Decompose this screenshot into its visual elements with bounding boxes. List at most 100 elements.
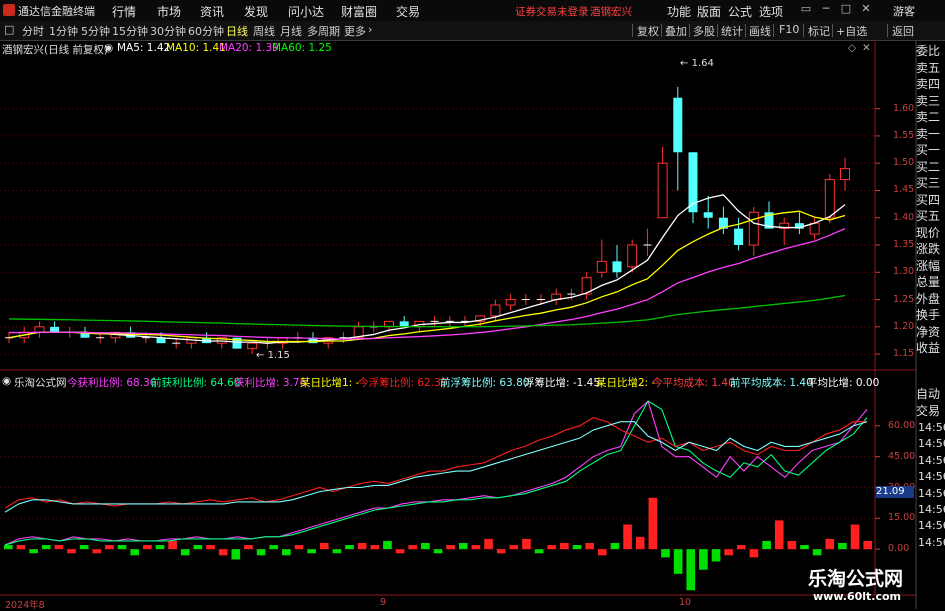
sub-bar — [256, 549, 266, 556]
toolbar-divider — [887, 24, 888, 37]
btn-huaxian[interactable]: 画线 — [749, 23, 771, 39]
btn-f10[interactable]: F10 — [779, 23, 799, 36]
tab-60min[interactable]: 60分钟 — [188, 23, 224, 39]
sub-bar — [155, 545, 165, 550]
toolbar-divider — [745, 24, 746, 37]
sub-bar — [193, 545, 203, 550]
sub-bar — [686, 549, 696, 591]
close-icon[interactable]: ✕ — [860, 3, 872, 15]
sub-item-5: 前浮筹比例: 63.80 — [440, 377, 530, 389]
candle-up — [824, 179, 835, 219]
btn-biaoji[interactable]: 标记 — [808, 23, 830, 39]
tab-fenshi[interactable]: 分时 — [22, 23, 44, 39]
sub-bar — [244, 545, 253, 550]
sub-bar — [585, 543, 594, 550]
tab-monthly[interactable]: 月线 — [280, 23, 302, 39]
menu-shichang[interactable]: 市场 — [157, 3, 181, 20]
sub-chart-title: 乐淘公式网 — [14, 377, 67, 389]
sub-bar — [143, 545, 152, 550]
main-ytick: 1.45 — [893, 184, 915, 196]
menu-xuanxiang[interactable]: 选项 — [759, 3, 783, 20]
btn-duogu[interactable]: 多股 — [693, 23, 715, 39]
sub-series-line — [4, 400, 868, 546]
auto-label[interactable]: 自动 — [916, 386, 945, 403]
diamond-icon[interactable]: ◇ — [848, 42, 856, 54]
btn-fuquan[interactable]: 复权 — [637, 23, 659, 39]
tab-weekly[interactable]: 周线 — [253, 23, 275, 39]
quote-item: 收益 — [916, 341, 941, 355]
candle-up — [490, 304, 501, 317]
btn-back[interactable]: 返回 — [892, 23, 914, 39]
main-grid — [0, 108, 880, 355]
quote-item: 外盘 — [916, 291, 941, 306]
watermark-title: 乐淘公式网 — [808, 568, 904, 590]
sub-bar — [231, 549, 241, 560]
sub-item-8: 今平均成本: 1.40 — [652, 377, 735, 389]
btn-add-watchlist[interactable]: +自选 — [836, 23, 867, 39]
tab-multi-period[interactable]: 多周期 — [307, 23, 340, 39]
sub-bar — [484, 538, 493, 550]
sub-item-2: 获利比增: 3.76 — [234, 377, 307, 389]
btn-tongji[interactable]: 统计 — [721, 23, 743, 39]
candle-up — [34, 326, 45, 333]
sub-bar — [4, 545, 13, 550]
sub-bar — [168, 540, 177, 550]
sub-bar — [509, 545, 519, 550]
menu-gongshi[interactable]: 公式 — [728, 3, 752, 20]
sub-item-9: 前平均成本: 1.40 — [730, 377, 813, 389]
sub-bar — [218, 549, 228, 556]
more-chevron-icon[interactable]: › — [368, 23, 372, 36]
sub-bar — [471, 545, 481, 550]
sub-bar — [79, 545, 89, 550]
minimize-icon[interactable]: ─ — [820, 3, 832, 15]
candle-down — [673, 97, 683, 153]
menu-caifuquan[interactable]: 财富圈 — [341, 3, 377, 20]
menu-zixun[interactable]: 资讯 — [200, 3, 224, 20]
sub-bar — [736, 545, 746, 550]
sub-bar — [711, 549, 721, 562]
menu-jiaoyi[interactable]: 交易 — [396, 3, 420, 20]
sub-grid — [0, 425, 880, 550]
menu-faxian[interactable]: 发现 — [244, 3, 268, 20]
quote-item: 买四 — [916, 192, 941, 207]
trade-label[interactable]: 交易 — [916, 403, 945, 420]
ma-toggle-icon[interactable]: ◉ — [104, 42, 113, 54]
sub-series-line — [4, 417, 867, 509]
main-ytick: 1.20 — [893, 320, 915, 332]
main-ytick: 1.15 — [893, 348, 915, 360]
tab-daily[interactable]: 日线 — [226, 23, 248, 39]
time-item: 14:56 — [918, 470, 945, 484]
guest-label[interactable]: 游客 — [893, 3, 915, 19]
ma60-label: MA60: 1.25 — [272, 42, 332, 54]
sub-bar — [370, 545, 380, 550]
login-warning[interactable]: 证券交易未登录 — [515, 4, 589, 19]
ma-line — [9, 228, 846, 340]
menu-wenxiaoda[interactable]: 问小达 — [288, 3, 324, 20]
tab-5min[interactable]: 5分钟 — [81, 23, 110, 39]
close-chart-icon[interactable]: ✕ — [862, 42, 871, 54]
sub-bar — [458, 543, 468, 550]
sub-item-0: 今获利比例: 68.36 — [67, 377, 157, 389]
tab-30min[interactable]: 30分钟 — [150, 23, 186, 39]
toolbar-menu-icon[interactable]: □ — [4, 23, 14, 36]
btn-diejia[interactable]: 叠加 — [665, 23, 687, 39]
tab-15min[interactable]: 15分钟 — [112, 23, 148, 39]
sub-toggle-icon[interactable]: ◉ — [2, 375, 11, 387]
sub-bar — [408, 545, 418, 550]
menu-bar: 通达信金融终端 行情 市场 资讯 发现 问小达 财富圈 交易 证券交易未登录 酒… — [0, 0, 945, 22]
watermark-url: www.60lt.com — [813, 590, 902, 603]
sub-bar — [787, 540, 797, 550]
ma20-label: MA20: 1.39 — [219, 42, 279, 54]
menu-banmian[interactable]: 版面 — [697, 3, 721, 20]
maximize-icon[interactable]: □ — [840, 3, 852, 15]
menu-expand-icon[interactable]: ▭ — [800, 3, 812, 15]
main-ytick: 1.25 — [893, 293, 915, 305]
app-logo-icon — [3, 4, 15, 16]
menu-gongneng[interactable]: 功能 — [667, 3, 691, 20]
sub-ytick: 0.00 — [888, 543, 910, 555]
menu-hangqing[interactable]: 行情 — [112, 3, 136, 20]
tab-1min[interactable]: 1分钟 — [49, 23, 78, 39]
chart-canvas — [0, 40, 917, 609]
sub-bar — [623, 524, 632, 550]
tab-more[interactable]: 更多 — [344, 23, 366, 39]
